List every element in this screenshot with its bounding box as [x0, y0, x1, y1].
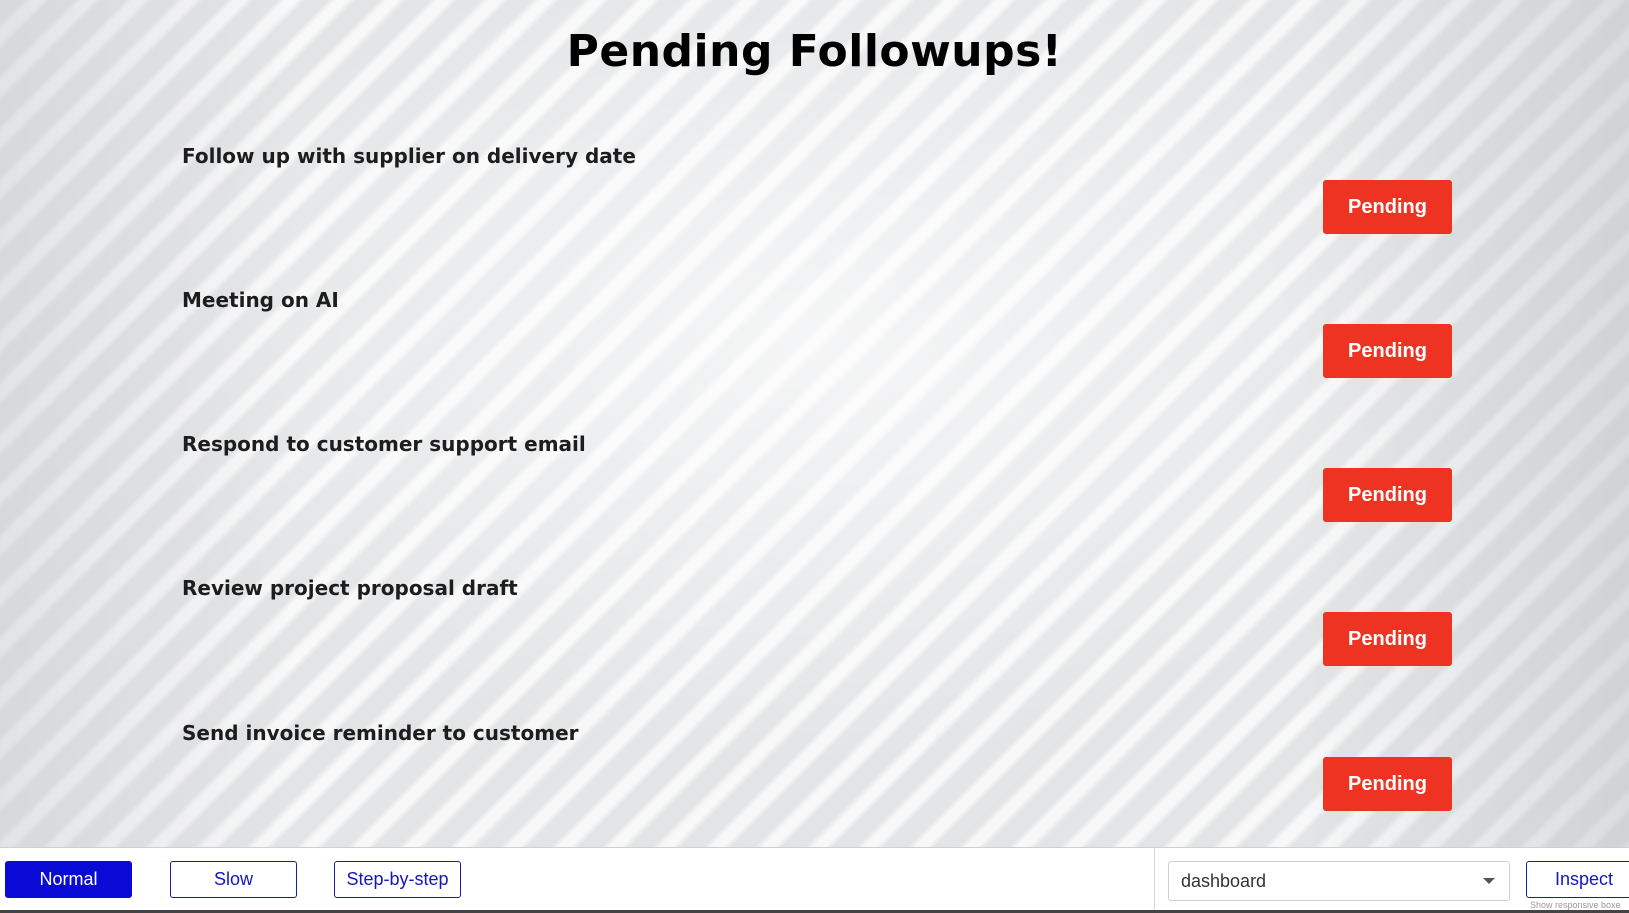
pending-status-button[interactable]: Pending [1323, 180, 1452, 234]
followups-panel: Pending Followups! Follow up with suppli… [0, 0, 1629, 847]
pending-status-button[interactable]: Pending [1323, 468, 1452, 522]
view-select-value: dashboard [1181, 871, 1267, 891]
task-row: Meeting on AI Pending [182, 288, 1452, 408]
task-row: Send invoice reminder to customer Pendin… [182, 721, 1452, 841]
inspect-button[interactable]: Inspect [1526, 861, 1629, 898]
page-title: Pending Followups! [566, 26, 1063, 77]
task-label: Respond to customer support email [182, 432, 586, 456]
pending-status-button[interactable]: Pending [1323, 324, 1452, 378]
pending-status-button[interactable]: Pending [1323, 612, 1452, 666]
playback-toolbar: Normal Slow Step-by-step dashboard Inspe… [0, 847, 1629, 913]
pending-status-button[interactable]: Pending [1323, 757, 1452, 811]
task-label: Meeting on AI [182, 288, 339, 312]
task-label: Review project proposal draft [182, 576, 518, 600]
responsive-boxes-hint: Show responsive boxe [1530, 900, 1621, 910]
task-row: Follow up with supplier on delivery date… [182, 144, 1452, 264]
task-row: Review project proposal draft Pending [182, 576, 1452, 696]
app-page: Pending Followups! Follow up with suppli… [0, 0, 1629, 913]
task-row: Respond to customer support email Pendin… [182, 432, 1452, 552]
chevron-down-icon [1483, 878, 1495, 884]
task-label: Follow up with supplier on delivery date [182, 144, 636, 168]
task-label: Send invoice reminder to customer [182, 721, 579, 745]
mode-slow-button[interactable]: Slow [170, 861, 297, 898]
mode-step-by-step-button[interactable]: Step-by-step [334, 861, 461, 898]
view-select[interactable]: dashboard [1168, 861, 1510, 901]
toolbar-divider [1154, 848, 1155, 911]
mode-normal-button[interactable]: Normal [5, 861, 132, 898]
